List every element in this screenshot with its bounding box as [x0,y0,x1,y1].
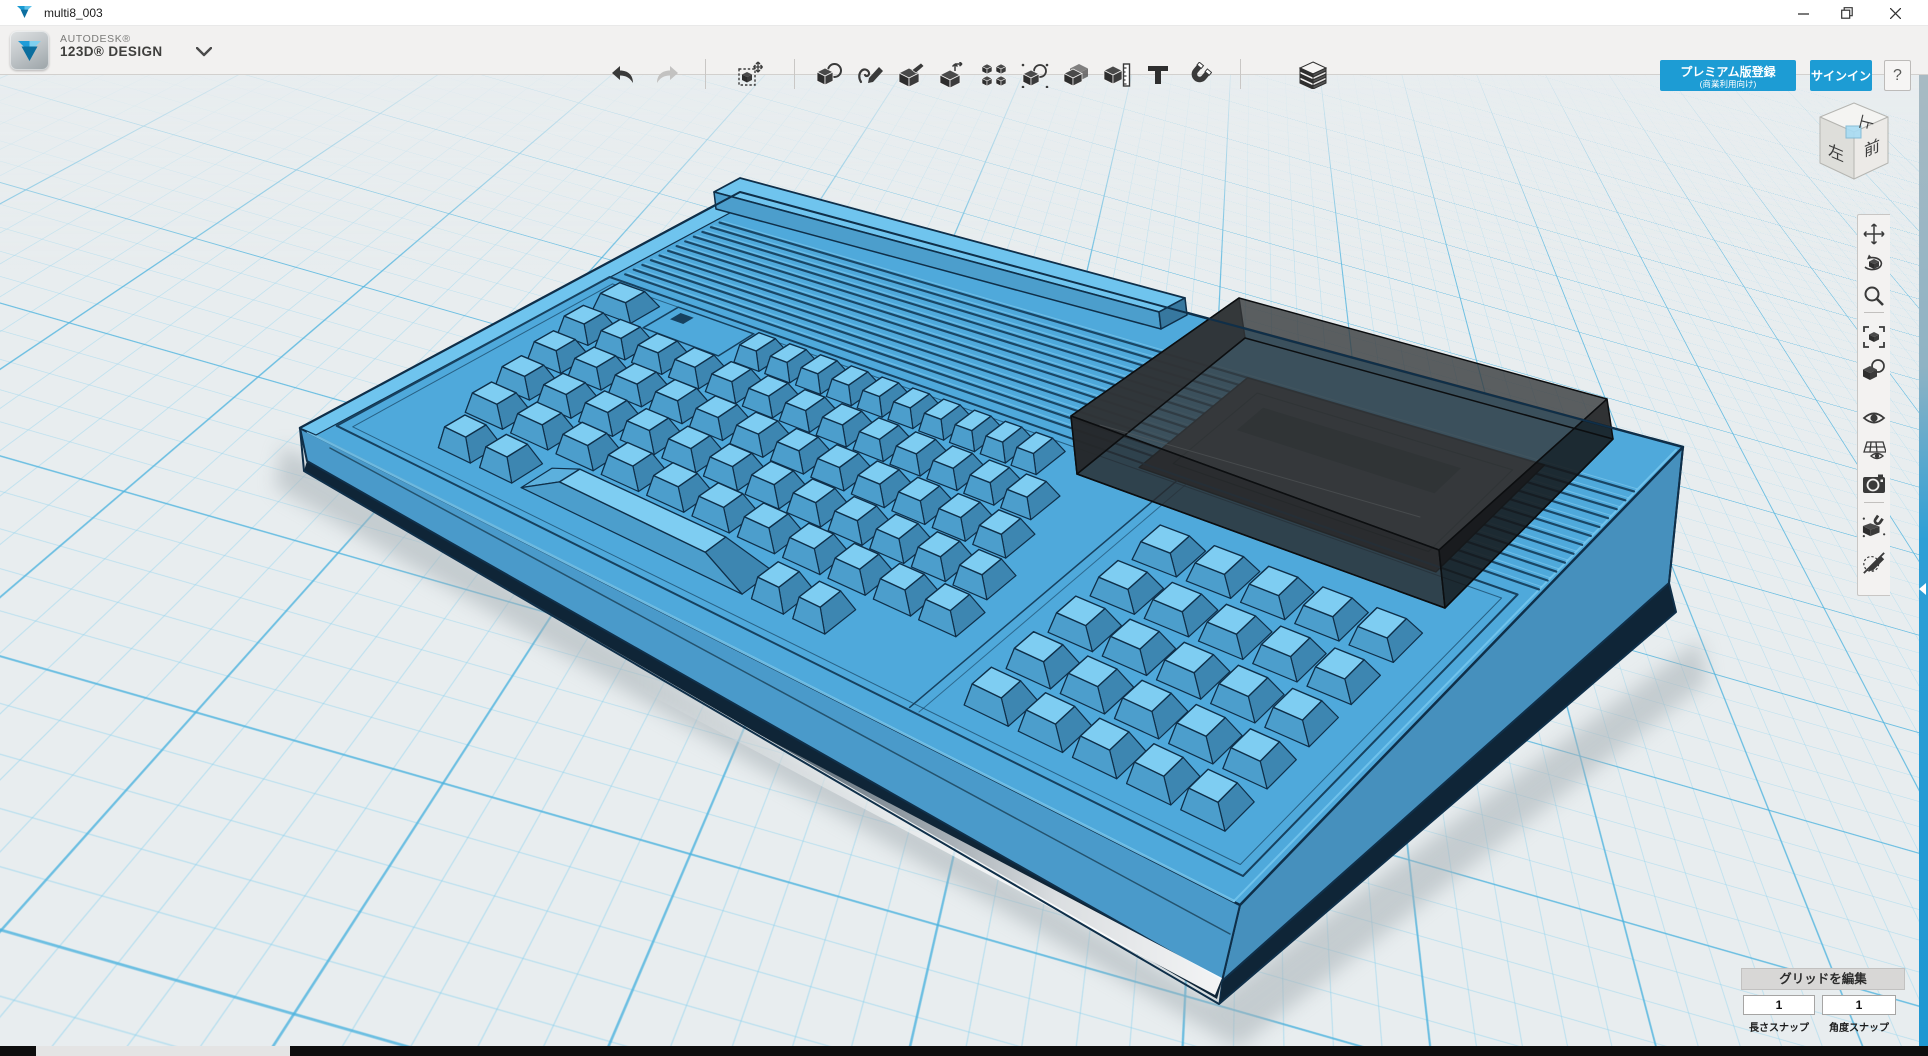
window-title: multi8_003 [44,6,103,20]
nav-separator [1864,502,1884,503]
orbit-icon[interactable] [1862,253,1886,277]
grouping-icon[interactable] [1020,60,1050,90]
text-icon[interactable] [1143,60,1173,90]
primitives-icon[interactable] [815,60,845,90]
construct-icon[interactable] [897,60,927,90]
angle-snap-input[interactable] [1822,995,1896,1015]
nav-separator [1864,312,1884,313]
premium-register-button[interactable]: プレミアム版登録 (商業利用向け) [1660,60,1796,91]
taskbar-active-segment [36,1046,290,1056]
help-button[interactable]: ? [1884,60,1911,91]
undo-icon[interactable] [608,60,638,90]
right-panel-strip[interactable] [1919,75,1928,1046]
app-logo[interactable] [10,31,49,70]
pattern-icon[interactable] [979,60,1009,90]
3d-model-multi8-keyboard[interactable] [0,75,1928,1046]
view-cube[interactable]: 上 左 前 [1806,97,1902,197]
screenshot-icon[interactable] [1862,472,1886,496]
measure-icon[interactable] [1102,60,1132,90]
close-button[interactable] [1878,0,1912,26]
premium-register-sublabel: (商業利用向け) [1660,79,1796,89]
angle-snap-label: 角度スナップ [1820,1019,1898,1034]
grid-visibility-icon[interactable] [1862,438,1886,462]
3d-viewport[interactable]: 上 左 前 [0,75,1928,1046]
app-window-icon [17,5,32,24]
combine-icon[interactable] [1061,60,1091,90]
right-panel-collapse-arrow[interactable] [1919,583,1926,595]
chevron-down-icon[interactable] [196,44,212,62]
visibility-icon[interactable] [1862,406,1886,430]
object-snap-icon[interactable] [1862,514,1886,538]
title-bar: multi8_003 [0,0,1928,26]
toolbar-separator [794,59,795,89]
sketch-icon[interactable] [856,60,886,90]
fit-view-icon[interactable] [1862,325,1886,349]
brand-123d: 123D® DESIGN [60,45,163,59]
transform-move-icon[interactable] [736,60,766,90]
look-at-icon[interactable] [1862,358,1886,382]
modify-icon[interactable] [938,60,968,90]
pan-icon[interactable] [1862,222,1886,246]
taskbar-edge [0,1046,1928,1056]
length-snap-input[interactable] [1743,995,1815,1015]
zoom-icon[interactable] [1862,284,1886,308]
signin-button[interactable]: サインイン [1810,60,1872,91]
material-icon[interactable] [1298,60,1328,90]
restore-button[interactable] [1830,0,1864,26]
sketch-visibility-icon[interactable] [1862,551,1886,575]
minimize-button[interactable] [1786,0,1820,26]
snap-icon[interactable] [1184,60,1214,90]
main-toolbar: AUTODESK® 123D® DESIGN [0,26,1928,75]
brand-text: AUTODESK® 123D® DESIGN [60,34,163,59]
redo-icon[interactable] [652,60,682,90]
grid-settings-panel: グリッドを編集 長さスナップ 角度スナップ [1741,968,1907,990]
edit-grid-button[interactable]: グリッドを編集 [1741,968,1905,990]
navigation-toolbar [1857,214,1890,596]
toolbar-separator [1240,59,1241,89]
premium-register-label: プレミアム版登録 [1660,65,1796,79]
length-snap-label: 長さスナップ [1743,1019,1815,1034]
toolbar-separator [705,59,706,89]
